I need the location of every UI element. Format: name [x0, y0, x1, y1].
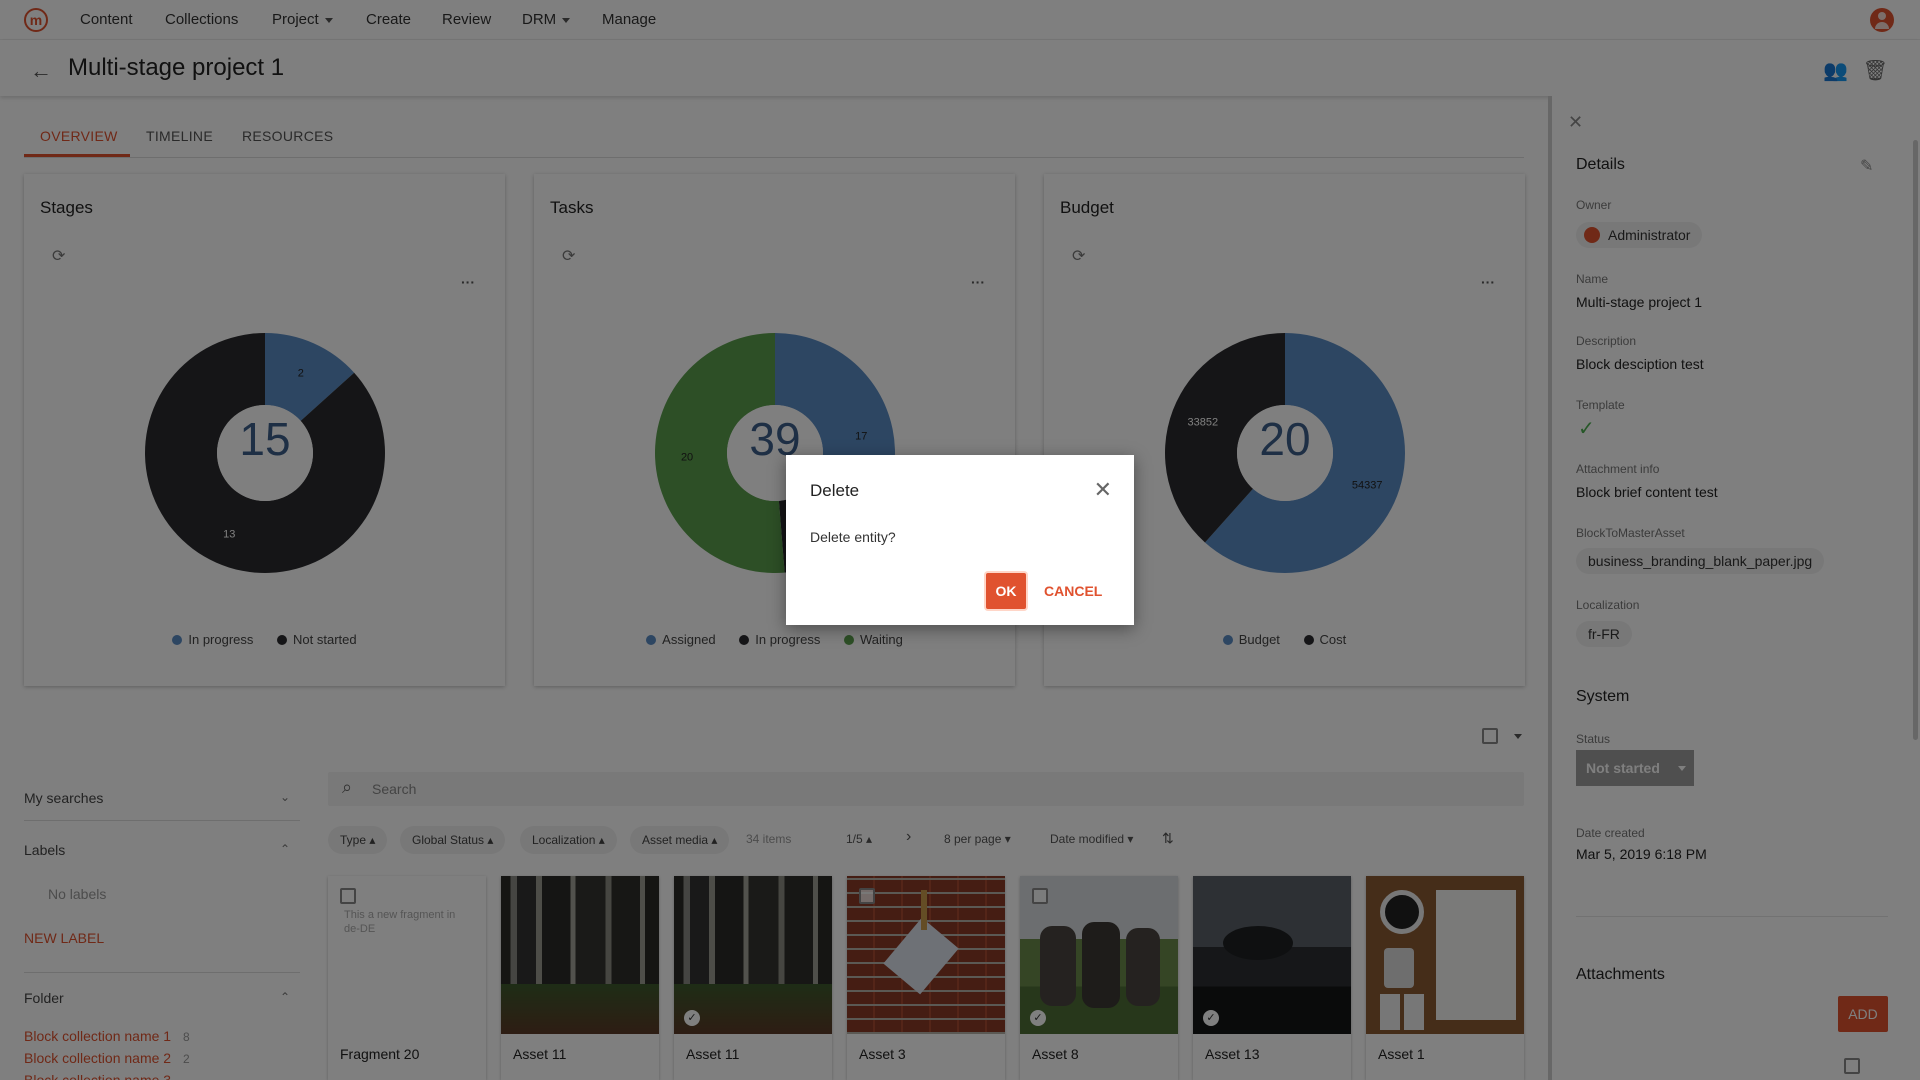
dialog-title: Delete	[810, 481, 860, 500]
cancel-button[interactable]: CANCEL	[1044, 583, 1102, 599]
dialog-message: Delete entity?	[810, 529, 896, 545]
delete-dialog: Delete ✕ Delete entity? OK CANCEL	[786, 455, 1134, 625]
close-icon[interactable]: ✕	[1094, 477, 1112, 503]
ok-button[interactable]: OK	[986, 573, 1026, 609]
